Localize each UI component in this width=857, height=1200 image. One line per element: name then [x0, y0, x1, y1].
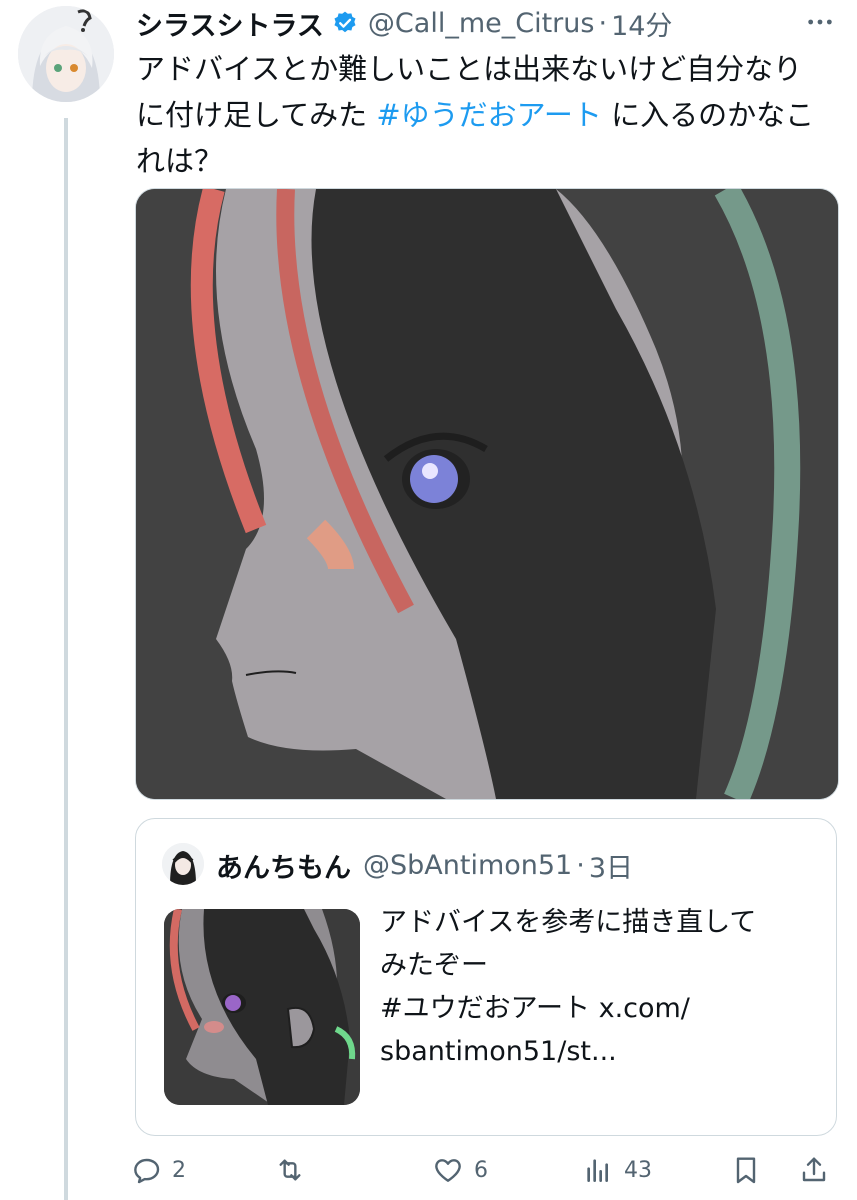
quote-avatar[interactable] — [162, 843, 204, 885]
like-button[interactable]: 6 — [432, 1148, 488, 1192]
display-name[interactable]: シラスシトラス — [136, 4, 324, 43]
verified-badge-icon — [334, 11, 356, 33]
bookmark-button[interactable] — [730, 1148, 762, 1192]
hashtag-link[interactable]: #ゆうだおアート — [376, 98, 602, 132]
media-image[interactable] — [135, 188, 839, 800]
handle[interactable]: @Call_me_Citrus — [368, 8, 595, 39]
views-button[interactable]: 43 — [582, 1148, 652, 1192]
reply-icon — [134, 1158, 160, 1184]
quote-timestamp[interactable]: 3日 — [589, 846, 633, 885]
views-count: 43 — [624, 1157, 652, 1183]
avatar[interactable] — [18, 6, 114, 102]
action-bar: 2 6 43 — [130, 1148, 840, 1192]
quote-display-name[interactable]: あんちもん — [216, 846, 351, 885]
quote-separator: · — [576, 849, 585, 881]
like-count: 6 — [474, 1157, 488, 1183]
quote-text: アドバイスを参考に描き直して みたぞー #ユウだおアート x.com/ sban… — [380, 907, 757, 1067]
reply-button[interactable]: 2 — [130, 1148, 186, 1192]
share-icon — [802, 1157, 826, 1182]
views-icon — [587, 1159, 608, 1182]
tweet-text: アドバイスとか難しいことは出来ないけど自分なりに付け足してみた #ゆうだおアート… — [136, 46, 826, 184]
reply-count: 2 — [172, 1157, 186, 1183]
quote-header: あんちもん @SbAntimon51 · 3日 — [216, 846, 633, 885]
retweet-button[interactable] — [274, 1148, 306, 1192]
timestamp[interactable]: 14分 — [611, 4, 672, 43]
quote-handle[interactable]: @SbAntimon51 — [363, 850, 572, 881]
more-icon[interactable] — [800, 2, 840, 42]
quote-thumbnail-image[interactable] — [164, 909, 360, 1105]
separator: · — [598, 7, 608, 39]
bookmark-icon — [736, 1157, 756, 1184]
thread-line — [64, 118, 68, 1200]
tweet-header: シラスシトラス @Call_me_Citrus · 14分 — [136, 4, 672, 43]
retweet-icon — [279, 1159, 301, 1181]
like-icon — [435, 1159, 461, 1182]
share-button[interactable] — [798, 1148, 830, 1192]
quoted-tweet[interactable]: あんちもん @SbAntimon51 · 3日 アドバイスを参考に描き直して み… — [135, 818, 837, 1136]
